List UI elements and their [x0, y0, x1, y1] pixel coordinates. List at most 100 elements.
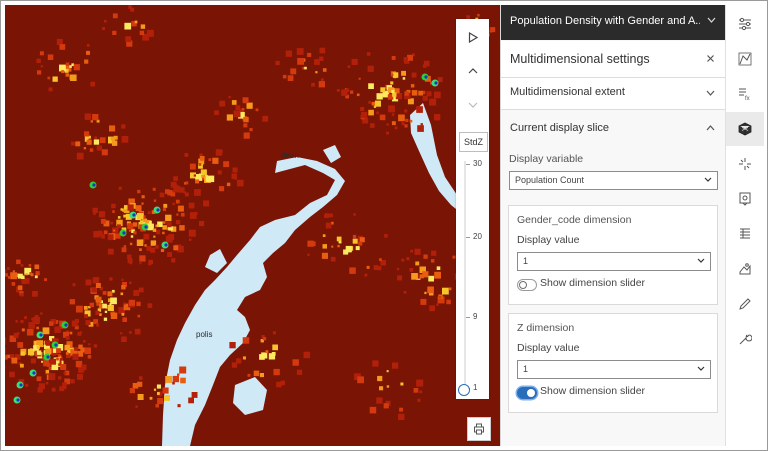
density-cell	[205, 175, 212, 182]
density-cell	[376, 397, 383, 404]
print-button[interactable]	[467, 417, 491, 441]
density-cell	[64, 344, 70, 351]
layer-title-bar[interactable]: Population Density with Gender and A...	[501, 5, 726, 40]
density-cell	[324, 213, 329, 218]
density-cell	[180, 212, 185, 217]
density-cell	[189, 238, 192, 241]
density-cell	[223, 161, 230, 168]
tool-settings[interactable]	[726, 322, 764, 356]
density-cell	[112, 227, 119, 234]
next-button[interactable]	[456, 89, 489, 121]
density-cell	[167, 252, 172, 257]
previous-button[interactable]	[456, 55, 489, 87]
density-cell	[20, 293, 24, 297]
section-title: Multidimensional extent	[510, 86, 625, 98]
effects-sparkle-icon	[739, 158, 751, 170]
density-cell	[358, 241, 363, 246]
density-cell	[422, 64, 427, 68]
show-dimension-slider-toggle[interactable]	[517, 279, 537, 291]
density-cell	[144, 244, 147, 247]
density-cell	[390, 81, 394, 85]
density-cell	[420, 123, 423, 126]
density-cell	[81, 364, 87, 370]
map-view[interactable]: deen polis	[5, 5, 500, 446]
density-cell	[431, 259, 435, 263]
density-cell	[203, 200, 210, 207]
tool-edit[interactable]	[726, 287, 764, 321]
tool-properties[interactable]	[726, 7, 764, 41]
density-cell	[11, 357, 18, 364]
density-cell	[130, 235, 134, 238]
density-cell	[24, 316, 27, 320]
density-cell	[490, 27, 496, 33]
density-cell	[179, 366, 187, 374]
density-cell	[52, 353, 56, 356]
density-cell	[36, 58, 41, 63]
density-cell	[232, 167, 238, 173]
density-cell	[109, 125, 116, 132]
density-cell	[361, 111, 368, 119]
density-cell	[226, 182, 231, 187]
density-cell	[307, 240, 314, 247]
display-variable-select[interactable]: Population Count	[509, 171, 718, 190]
density-cell	[446, 299, 451, 305]
slider-handle[interactable]	[458, 384, 470, 396]
density-cell	[17, 285, 23, 290]
gender-display-value-select[interactable]: 1	[517, 252, 711, 271]
tool-fields[interactable]: fx	[726, 77, 764, 111]
multidimensional-extent-section[interactable]: Multidimensional extent	[501, 78, 726, 110]
density-cell	[15, 320, 18, 323]
close-icon[interactable]	[706, 54, 715, 63]
density-cell	[61, 70, 65, 74]
density-cell	[360, 379, 364, 383]
density-cell	[70, 379, 75, 384]
z-dimension-card: Z dimension Display value 1 Show dimensi…	[508, 313, 718, 413]
density-cell	[112, 210, 115, 213]
settings-sliders-icon	[739, 17, 751, 31]
density-cell	[368, 83, 374, 89]
density-cell	[121, 278, 124, 281]
density-cell	[65, 62, 70, 66]
density-cell	[268, 353, 276, 360]
density-cell	[47, 54, 54, 60]
density-cell	[11, 282, 16, 286]
panel-header: Multidimensional settings	[501, 41, 726, 78]
density-cell	[137, 394, 144, 400]
density-cell	[296, 369, 303, 375]
z-display-value-select[interactable]: 1	[517, 360, 711, 379]
density-cell	[246, 132, 250, 136]
density-cell	[360, 107, 365, 112]
tool-styles[interactable]	[726, 42, 764, 76]
density-cell	[140, 24, 146, 29]
tool-attributes[interactable]	[726, 217, 764, 251]
tick-label: 20	[473, 232, 482, 241]
density-cell	[397, 275, 403, 281]
density-cell	[391, 89, 395, 94]
density-cell	[113, 229, 116, 232]
select-value: Population Count	[515, 175, 585, 185]
chevron-down-icon	[707, 17, 716, 23]
slice-section-header[interactable]: Current display slice	[501, 110, 726, 146]
density-cell	[107, 248, 114, 255]
gender-code-dimension-card: Gender_code dimension Display value 1 Sh…	[508, 205, 718, 305]
density-cell	[165, 214, 172, 222]
show-dimension-slider-toggle[interactable]	[517, 387, 537, 399]
density-cell	[48, 87, 53, 92]
tool-multidimensional[interactable]	[726, 112, 764, 146]
density-cell	[376, 93, 383, 100]
fields-fx-icon: fx	[739, 88, 750, 101]
density-cell	[391, 113, 395, 116]
toggle-knob	[519, 281, 527, 289]
tool-effects[interactable]	[726, 147, 764, 181]
density-cell	[398, 114, 405, 122]
density-cell	[401, 70, 406, 76]
density-cell	[198, 163, 202, 166]
play-button[interactable]	[456, 21, 489, 53]
density-cell	[427, 286, 434, 294]
density-cell	[112, 30, 117, 35]
tool-popups[interactable]	[726, 182, 764, 216]
density-cell	[341, 89, 348, 96]
tool-image[interactable]	[726, 252, 764, 286]
slider-track[interactable]	[464, 161, 466, 389]
density-cell	[188, 202, 195, 209]
